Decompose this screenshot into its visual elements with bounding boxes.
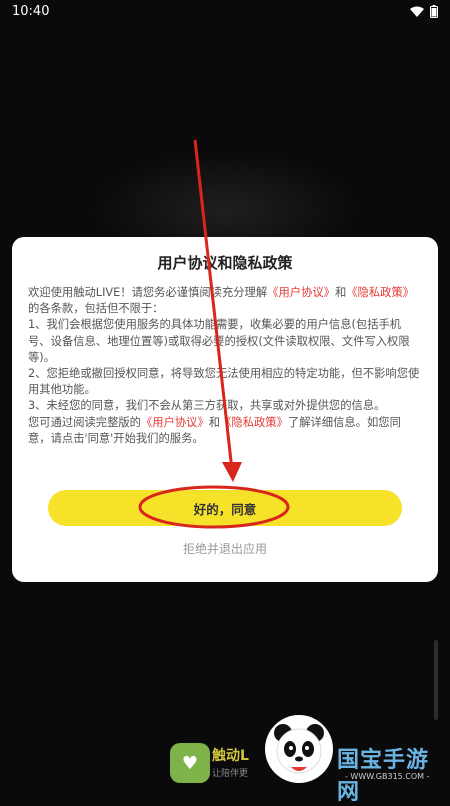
app-name: 触动L — [212, 748, 249, 764]
policy-link[interactable]: 《用户协议》 — [267, 286, 335, 299]
dialog-paragraph: 1、我们会根据您使用服务的具体功能需要，收集必要的用户信息(包括手机号、设备信息… — [28, 317, 422, 366]
reject-exit-button[interactable]: 拒绝并退出应用 — [12, 540, 438, 557]
app-logo-icon: ♥ — [170, 743, 210, 783]
status-icons — [410, 4, 438, 18]
dialog-text: 3、未经您的同意，我们不会从第三方获取，共享或对外提供您的信息。 — [28, 399, 386, 413]
dialog-body: 欢迎使用触动LIVE！请您务必谨慎阅读充分理解《用户协议》和《隐私政策》的各条款… — [28, 285, 422, 447]
dialog-text: 和 — [334, 286, 347, 299]
app-slogan: 让陪伴更 — [212, 769, 249, 779]
privacy-dialog: 用户协议和隐私政策 欢迎使用触动LIVE！请您务必谨慎阅读充分理解《用户协议》和… — [12, 237, 438, 582]
dialog-paragraph: 3、未经您的同意，我们不会从第三方获取，共享或对外提供您的信息。 — [28, 398, 422, 414]
edge-handle — [434, 640, 438, 720]
dialog-text: 欢迎使用触动LIVE！请您务必谨慎阅读充分理解 — [28, 286, 268, 299]
dialog-paragraph: 欢迎使用触动LIVE！请您务必谨慎阅读充分理解《用户协议》和《隐私政策》的各条款… — [28, 285, 422, 317]
status-bar: 10:40 — [0, 0, 450, 22]
dialog-text: 您可通过阅读完整版的 — [28, 415, 141, 429]
status-time: 10:40 — [12, 3, 50, 19]
dialog-text: 2、您拒绝或撤回授权同意，将导致您无法使用相应的特定功能，但不影响您使用其他功能… — [28, 367, 420, 397]
dialog-paragraph: 2、您拒绝或撤回授权同意，将导致您无法使用相应的特定功能，但不影响您使用其他功能… — [28, 366, 422, 398]
dialog-title: 用户协议和隐私政策 — [157, 254, 293, 272]
dialog-text: 1、我们会根据您使用服务的具体功能需要，收集必要的用户信息(包括手机号、设备信息… — [28, 318, 410, 364]
agree-button[interactable]: 好的，同意 — [48, 490, 402, 526]
battery-icon — [430, 4, 438, 18]
policy-link[interactable]: 《隐私政策》 — [346, 286, 414, 299]
policy-link[interactable]: 《隐私政策》 — [220, 416, 288, 429]
dialog-text: 的各条款，包括但不限于： — [28, 302, 164, 316]
dialog-paragraph: 您可通过阅读完整版的《用户协议》和《隐私政策》了解详细信息。如您同意，请点击'同… — [28, 415, 422, 447]
watermark-url: - WWW.GB315.COM - — [345, 772, 430, 781]
wifi-icon — [410, 6, 424, 17]
policy-link[interactable]: 《用户协议》 — [141, 416, 209, 429]
panda-logo-icon — [265, 715, 333, 783]
dialog-text: 和 — [208, 415, 221, 429]
